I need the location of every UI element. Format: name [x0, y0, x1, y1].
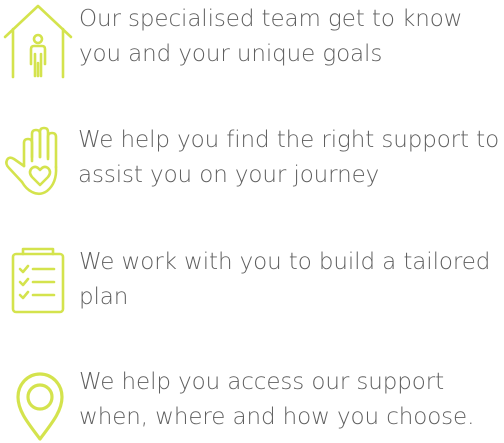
- hand-heart-icon: [0, 121, 80, 201]
- checklist-icon: [0, 243, 80, 323]
- step-text: We work with you to build a tailored pla…: [79, 249, 491, 310]
- step-text: Our specialised team get to know you and…: [79, 6, 463, 67]
- home-person-icon: [0, 0, 80, 80]
- step-text: We help you find the right support to as…: [78, 127, 500, 188]
- steps-list: Our specialised team get to know you and…: [0, 0, 504, 441]
- step-text: We help you access our support when, whe…: [79, 369, 475, 430]
- location-pin-icon: [0, 363, 80, 443]
